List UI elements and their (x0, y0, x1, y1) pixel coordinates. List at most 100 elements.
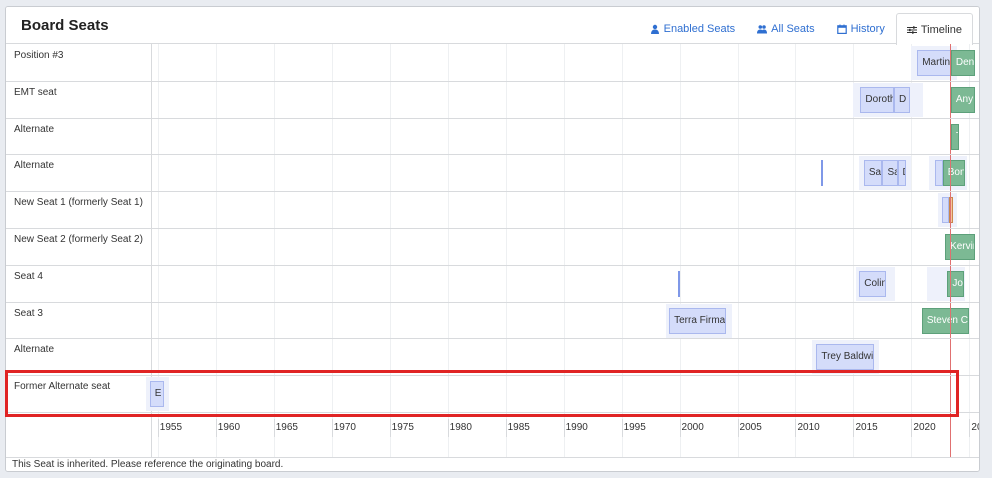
seat-term-bar[interactable]: Any (950, 86, 976, 113)
year-tick (389, 419, 391, 437)
year-tick (563, 419, 565, 437)
seat-term-bar[interactable]: Bon (942, 160, 965, 187)
seat-term-bar[interactable]: Trey Baldwin (816, 344, 875, 371)
year-gridline (795, 44, 797, 457)
seat-term-bar[interactable]: D (894, 86, 911, 113)
year-label: 2020 (913, 422, 936, 433)
year-tick (679, 419, 681, 437)
year-label: 2005 (739, 422, 762, 433)
year-gridline (447, 44, 449, 457)
seat-label: Seat 3 (14, 307, 43, 319)
page-title: Board Seats (21, 17, 109, 34)
seat-term-bar[interactable]: Doroth (860, 86, 895, 113)
panel-header: Board Seats Enabled Seats All Seats Hist… (6, 7, 979, 45)
tab-all-seats[interactable]: All Seats (746, 13, 825, 44)
seat-term-bar[interactable]: Martin (917, 50, 951, 76)
seat-term-bar[interactable] (941, 197, 949, 224)
year-gridline (621, 44, 623, 457)
year-gridline (331, 44, 333, 457)
seat-labels-column: Position #3 EMT seat Alternate Alternate New… (6, 44, 152, 457)
user-icon (650, 24, 660, 34)
row-divider (6, 301, 979, 303)
year-label: 2010 (797, 422, 820, 433)
year-gridline (737, 44, 739, 457)
seat-label: Alternate (14, 344, 55, 356)
row-divider (6, 154, 979, 156)
year-tick (911, 419, 913, 437)
row-divider (6, 191, 979, 193)
year-label: 1990 (565, 422, 588, 433)
sliders-icon (906, 25, 917, 35)
today-marker-line (950, 44, 952, 457)
row-divider (6, 338, 979, 340)
year-label: 1970 (333, 422, 356, 433)
year-label: 1955 (159, 422, 183, 433)
seat-term-bar[interactable]: Steven C (921, 307, 970, 334)
tab-enabled-seats[interactable]: Enabled Seats (639, 13, 747, 44)
seat-term-bar[interactable]: E (149, 381, 164, 408)
year-label: 1975 (391, 422, 414, 433)
seat-label: New Seat 1 (formerly Seat 1) (14, 197, 143, 209)
year-label: 2000 (681, 422, 704, 433)
year-tick (447, 419, 449, 437)
seat-term-bar[interactable] (934, 160, 943, 187)
year-gridline (273, 44, 275, 457)
inherited-notice: This Seat is inherited. Please reference… (6, 457, 979, 471)
seat-term-bar[interactable] (820, 160, 823, 187)
seat-label: New Seat 2 (formerly Seat 2) (14, 234, 143, 245)
year-tick (331, 419, 333, 437)
year-label: 1960 (217, 422, 241, 433)
year-gridline (389, 44, 391, 457)
year-label: 1985 (507, 422, 530, 433)
year-gridline (679, 44, 681, 457)
year-tick (737, 419, 739, 437)
timeline-grid: Position #3 EMT seat Alternate Alternate New… (6, 44, 979, 457)
seat-term-bar[interactable]: Sar (863, 160, 883, 187)
row-divider (6, 228, 979, 229)
year-label: 1965 (275, 422, 298, 433)
row-divider (6, 412, 979, 413)
seat-term-bar[interactable] (678, 270, 681, 297)
year-tick (157, 419, 159, 437)
users-icon (757, 24, 768, 34)
seat-term-bar[interactable]: Terra Firma (669, 307, 726, 334)
tab-history[interactable]: History (826, 13, 896, 44)
tab-label: Timeline (920, 23, 962, 36)
seat-term-bar[interactable]: D (897, 160, 906, 187)
year-tick (505, 419, 507, 437)
tab-label: History (850, 23, 885, 35)
year-label: 2015 (855, 422, 878, 433)
year-tick (853, 419, 855, 437)
seat-term-bar[interactable]: Colin (859, 270, 886, 297)
year-tick (795, 419, 797, 437)
year-tick (215, 419, 217, 437)
tab-label: Enabled Seats (663, 23, 736, 35)
seat-label: Alternate (14, 123, 55, 135)
seat-label: Alternate (14, 160, 55, 172)
seat-label: EMT seat (14, 86, 57, 98)
row-divider (6, 264, 979, 266)
tab-label: All Seats (771, 23, 815, 35)
year-tick (969, 419, 971, 437)
row-divider (6, 117, 979, 119)
row-divider (6, 375, 979, 377)
year-label: 202 (971, 422, 979, 433)
year-gridline (505, 44, 507, 457)
year-label: 1995 (623, 422, 646, 433)
year-label: 1980 (449, 422, 472, 433)
year-tick (621, 419, 623, 437)
tab-timeline[interactable]: Timeline (895, 13, 973, 45)
seat-term-bar[interactable]: T (950, 123, 959, 150)
seat-term-bar[interactable]: Sa (882, 160, 898, 187)
seat-term-bar[interactable]: Dena (950, 50, 976, 76)
seat-label: Position #3 (14, 50, 64, 61)
timeline-area: 1955 1960 1965 1970 1975 1980 1985 1990 1995 2000… (146, 44, 979, 457)
row-divider (6, 80, 979, 82)
board-seats-panel: Board Seats Enabled Seats All Seats Hist… (5, 6, 980, 472)
year-tick (273, 419, 275, 437)
view-tabs: Enabled Seats All Seats History Timeline (639, 13, 973, 45)
year-gridline (215, 44, 217, 457)
seat-label: Seat 4 (14, 270, 43, 282)
year-gridline (563, 44, 565, 457)
seat-label: Former Alternate seat (14, 381, 111, 393)
